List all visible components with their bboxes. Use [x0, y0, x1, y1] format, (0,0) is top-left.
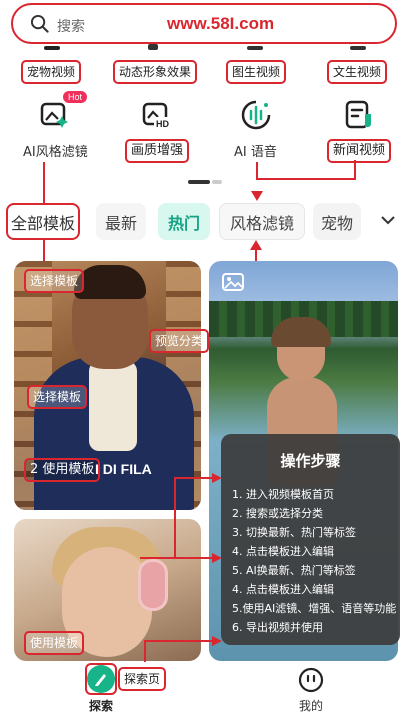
step-item: 4. 点击模板进入编辑 — [232, 583, 334, 596]
person-hair — [74, 265, 146, 299]
step-item: 2. 搜索或选择分类 — [232, 507, 323, 520]
feature-pet-video[interactable]: 宠物视频 — [21, 60, 82, 84]
annotation-line — [43, 162, 45, 204]
hd-enhance-icon[interactable]: HD — [141, 100, 171, 130]
pen-icon — [95, 674, 106, 686]
arrow-right-icon — [212, 553, 222, 563]
steps-list: 1. 进入视频模板首页 2. 搜索或选择分类 3. 切换最新、热门等标签 4. … — [232, 485, 396, 637]
annotation-line — [256, 178, 356, 180]
tab-hot[interactable]: 热门 — [158, 203, 210, 240]
annotation-line — [174, 477, 216, 479]
explore-icon[interactable] — [87, 665, 115, 693]
annotation-select-template-1: 选择模板 — [24, 269, 85, 293]
image-to-video-icon — [247, 46, 263, 50]
headphones-icon — [138, 559, 168, 611]
feature-text-to-video[interactable]: 文生视频 — [327, 60, 388, 84]
tab-latest[interactable]: 最新 — [96, 203, 146, 240]
annotation-select-template-2: 选择模板 — [27, 385, 88, 409]
page-dot-active — [188, 180, 210, 184]
step-item: 6. 导出视频并使用 — [232, 621, 323, 634]
dynamic-avatar-icon — [148, 44, 158, 50]
annotation-line — [144, 640, 216, 642]
search-placeholder: 搜索 — [57, 19, 85, 35]
nav-explore-label[interactable]: 探索 — [89, 697, 113, 712]
feature-ai-filter-label: AI风格滤镜 — [23, 145, 88, 160]
annotation-use-template-2: 2 使用模板 — [24, 458, 101, 482]
arrow-down-icon — [251, 191, 263, 201]
pet-video-icon — [44, 46, 60, 50]
step-item: 4. 点击模板进入编辑 — [232, 545, 334, 558]
arrow-right-icon — [212, 473, 222, 483]
annotation-line — [174, 477, 176, 559]
annotation-use-template: 使用模板 — [24, 631, 85, 655]
tab-all-templates[interactable]: 全部模板 — [6, 203, 80, 240]
steps-title: 操作步骤 — [280, 452, 341, 470]
page-dot — [212, 180, 222, 184]
annotation-line — [354, 160, 356, 180]
steps-panel: 操作步骤 1. 进入视频模板首页 2. 搜索或选择分类 3. 切换最新、热门等标… — [221, 434, 400, 645]
profile-icon[interactable] — [298, 667, 324, 693]
tab-style-filter[interactable]: 风格滤镜 — [219, 203, 305, 240]
page-indicator — [188, 180, 224, 184]
arrow-right-icon — [212, 636, 222, 646]
card-title: I DI FILA — [95, 461, 152, 477]
person-shirt — [89, 361, 137, 451]
ai-voice-icon[interactable] — [241, 100, 271, 130]
annotation-explore-page: 探索页 — [118, 667, 167, 691]
feature-hd-enhance-label: 画质增强 — [125, 139, 190, 163]
watermark-text: www.58I.com — [167, 14, 275, 33]
step-item: 1. 进入视频模板首页 — [232, 488, 334, 501]
image-icon — [222, 273, 244, 291]
feature-news-video-label: 新闻视频 — [327, 139, 392, 163]
annotation-line — [140, 557, 216, 559]
search-icon — [30, 14, 49, 33]
chevron-down-icon[interactable] — [381, 215, 395, 225]
ai-filter-icon[interactable] — [40, 100, 70, 130]
step-item: 5. AI换最新、热门等标签 — [232, 564, 356, 577]
annotation-line — [256, 162, 258, 178]
svg-text:HD: HD — [156, 119, 169, 129]
arrow-up-icon — [250, 240, 262, 250]
feature-ai-voice-label: AI 语音 — [234, 145, 277, 160]
step-item: 3. 切换最新、热门等标签 — [232, 526, 356, 539]
annotation-preview-category: 预览分类 — [149, 329, 210, 353]
text-to-video-icon — [350, 46, 366, 50]
news-video-icon[interactable] — [343, 100, 373, 130]
hot-badge: Hot — [63, 91, 88, 103]
step-item: 5.使用AI滤镜、增强、语音等功能 — [232, 602, 397, 615]
feature-image-to-video[interactable]: 图生视频 — [226, 60, 287, 84]
tab-pets[interactable]: 宠物 — [313, 203, 361, 240]
feature-dynamic-avatar[interactable]: 动态形象效果 — [113, 60, 198, 84]
bottom-nav — [0, 662, 414, 712]
search-bar[interactable]: 搜索 www.58I.com — [11, 3, 397, 44]
nav-me-label[interactable]: 我的 — [299, 697, 323, 712]
